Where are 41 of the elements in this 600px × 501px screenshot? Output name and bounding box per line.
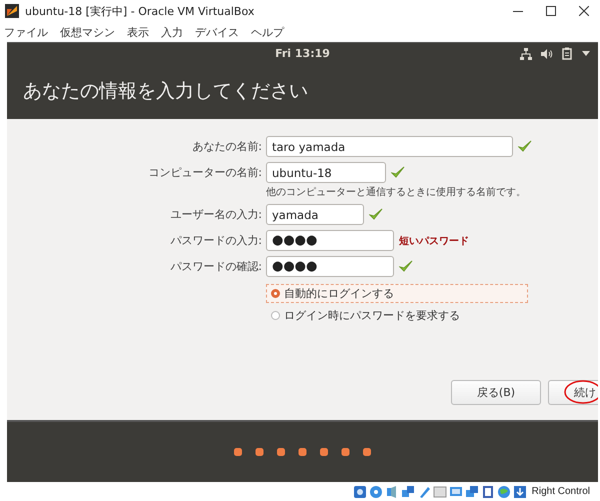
field-label: パスワードの確認: xyxy=(169,259,262,274)
field-label: あなたの名前: xyxy=(191,139,262,154)
warning-text: 短いパスワード xyxy=(399,234,469,248)
text-field[interactable]: yamada xyxy=(266,204,364,225)
clipboard-icon[interactable] xyxy=(562,47,573,60)
volume-icon[interactable] xyxy=(541,48,553,60)
display-icon[interactable] xyxy=(448,484,463,498)
page-title: あなたの情報を入力してください xyxy=(23,79,308,104)
clock: Fri 13:19 xyxy=(275,46,330,60)
radio-option[interactable]: 自動的にログインする xyxy=(266,284,528,303)
back-button[interactable]: 戻る(B) xyxy=(451,380,541,405)
menu-item[interactable]: 表示 xyxy=(127,24,149,40)
field-label: コンピューターの名前: xyxy=(147,165,262,180)
app-icon xyxy=(4,3,20,19)
close-icon[interactable] xyxy=(579,6,589,16)
window-title: ubuntu-18 [実行中] - Oracle VM VirtualBox xyxy=(25,4,256,18)
password-field[interactable]: ●●●● xyxy=(266,230,394,251)
password-field[interactable]: ●●●● xyxy=(266,256,394,277)
text-field[interactable]: taro yamada xyxy=(266,136,513,157)
network-icon[interactable] xyxy=(520,48,532,60)
caret-icon[interactable] xyxy=(582,51,590,56)
disc-icon[interactable] xyxy=(368,484,383,498)
screens-icon[interactable] xyxy=(464,484,479,498)
text-field[interactable]: ubuntu-18 xyxy=(266,162,386,183)
host-key-label: Right Control xyxy=(532,486,590,497)
folder-icon[interactable] xyxy=(432,484,447,498)
hint-text: 他のコンピューターと通信するときに使用する名前です。 xyxy=(266,186,527,199)
maximize-icon[interactable] xyxy=(546,6,556,16)
globe-icon[interactable] xyxy=(496,484,511,498)
audio-icon[interactable] xyxy=(384,484,399,498)
menu-item[interactable]: ヘルプ xyxy=(251,24,284,40)
field-label: パスワードの入力: xyxy=(169,233,262,248)
continue-button[interactable]: 続け xyxy=(548,380,598,405)
menu-item[interactable]: 仮想マシン xyxy=(60,24,115,40)
menu-item[interactable]: 入力 xyxy=(161,24,183,40)
menu-item[interactable]: デバイス xyxy=(195,24,239,40)
menu-item[interactable]: ファイル xyxy=(4,24,48,40)
network-icon[interactable] xyxy=(400,484,415,498)
download-icon[interactable] xyxy=(512,484,527,498)
radio-option[interactable]: ログイン時にパスワードを要求する xyxy=(266,306,528,325)
field-label: ユーザー名の入力: xyxy=(169,207,262,222)
